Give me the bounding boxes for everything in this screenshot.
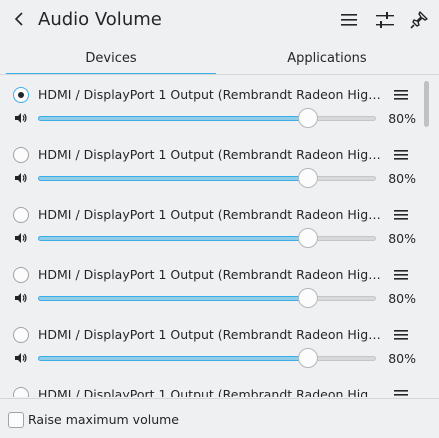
mute-button[interactable] — [13, 110, 29, 126]
volume-slider-handle[interactable] — [298, 108, 319, 128]
volume-slider-fill — [38, 296, 309, 301]
volume-percent-label: 80% — [388, 111, 416, 126]
device-menu-button[interactable] — [392, 206, 410, 224]
back-arrow-icon — [14, 12, 23, 26]
tab-applications[interactable]: Applications — [222, 42, 432, 75]
device-row[interactable]: HDMI / DisplayPort 1 Output (Rembrandt R… — [0, 197, 420, 257]
speaker-volume-icon — [15, 113, 27, 123]
volume-percent-label: 80% — [388, 351, 416, 366]
hamburger-menu-icon — [394, 270, 408, 280]
configure-sliders-icon — [376, 12, 394, 28]
configure-button[interactable] — [374, 9, 396, 31]
page-title: Audio Volume — [38, 9, 162, 30]
device-name: HDMI / DisplayPort 1 Output (Rembrandt R… — [38, 387, 383, 397]
speaker-volume-icon — [15, 353, 27, 363]
volume-slider-handle[interactable] — [298, 348, 319, 368]
volume-percent-label: 80% — [388, 291, 416, 306]
hamburger-menu-icon — [394, 210, 408, 220]
device-menu-button[interactable] — [392, 266, 410, 284]
volume-slider-fill — [38, 236, 309, 241]
scrollbar[interactable] — [422, 79, 431, 395]
raise-max-volume-checkbox[interactable] — [8, 412, 24, 428]
volume-slider-handle[interactable] — [298, 288, 319, 308]
volume-slider-fill — [38, 176, 309, 181]
device-menu-button[interactable] — [392, 146, 410, 164]
device-row[interactable]: HDMI / DisplayPort 1 Output (Rembrandt R… — [0, 257, 420, 317]
default-device-radio[interactable] — [13, 387, 29, 397]
device-name: HDMI / DisplayPort 1 Output (Rembrandt R… — [38, 327, 383, 342]
default-device-radio[interactable] — [13, 147, 29, 163]
volume-slider[interactable] — [38, 108, 376, 128]
device-row[interactable]: HDMI / DisplayPort 1 Output (Rembrandt R… — [0, 77, 420, 137]
mute-button[interactable] — [13, 350, 29, 366]
volume-slider-fill — [38, 116, 309, 121]
speaker-volume-icon — [15, 293, 27, 303]
volume-slider-handle[interactable] — [298, 228, 319, 248]
speaker-volume-icon — [15, 233, 27, 243]
volume-slider[interactable] — [38, 348, 376, 368]
default-device-radio[interactable] — [13, 267, 29, 283]
device-name: HDMI / DisplayPort 1 Output (Rembrandt R… — [38, 87, 383, 102]
footer: Raise maximum volume — [0, 399, 439, 438]
default-device-radio[interactable] — [13, 87, 29, 103]
default-device-radio[interactable] — [13, 207, 29, 223]
tab-devices[interactable]: Devices — [6, 42, 216, 75]
volume-slider[interactable] — [38, 168, 376, 188]
volume-slider-handle[interactable] — [298, 168, 319, 188]
pin-button[interactable] — [408, 9, 430, 31]
menu-button[interactable] — [338, 9, 360, 31]
device-name: HDMI / DisplayPort 1 Output (Rembrandt R… — [38, 147, 383, 162]
speaker-volume-icon — [15, 173, 27, 183]
mute-button[interactable] — [13, 290, 29, 306]
default-device-radio[interactable] — [13, 327, 29, 343]
mute-button[interactable] — [13, 170, 29, 186]
device-list: HDMI / DisplayPort 1 Output (Rembrandt R… — [0, 75, 439, 397]
hamburger-menu-icon — [394, 150, 408, 160]
back-button[interactable] — [8, 8, 30, 30]
volume-slider[interactable] — [38, 228, 376, 248]
header: Audio Volume — [0, 0, 439, 40]
volume-slider-fill — [38, 356, 309, 361]
hamburger-menu-icon — [394, 390, 408, 396]
device-menu-button[interactable] — [392, 86, 410, 104]
raise-max-volume-label[interactable]: Raise maximum volume — [28, 412, 179, 428]
hamburger-menu-icon — [341, 14, 357, 26]
hamburger-menu-icon — [394, 90, 408, 100]
device-row[interactable]: HDMI / DisplayPort 1 Output (Rembrandt R… — [0, 377, 420, 397]
hamburger-menu-icon — [394, 330, 408, 340]
volume-slider[interactable] — [38, 288, 376, 308]
device-row[interactable]: HDMI / DisplayPort 1 Output (Rembrandt R… — [0, 317, 420, 377]
volume-percent-label: 80% — [388, 231, 416, 246]
device-row[interactable]: HDMI / DisplayPort 1 Output (Rembrandt R… — [0, 137, 420, 197]
pin-icon — [410, 11, 428, 29]
volume-percent-label: 80% — [388, 171, 416, 186]
mute-button[interactable] — [13, 230, 29, 246]
device-name: HDMI / DisplayPort 1 Output (Rembrandt R… — [38, 267, 383, 282]
device-menu-button[interactable] — [392, 326, 410, 344]
device-menu-button[interactable] — [392, 386, 410, 397]
scrollbar-handle[interactable] — [424, 81, 429, 127]
tab-bar: Devices Applications — [0, 42, 439, 75]
device-name: HDMI / DisplayPort 1 Output (Rembrandt R… — [38, 207, 383, 222]
